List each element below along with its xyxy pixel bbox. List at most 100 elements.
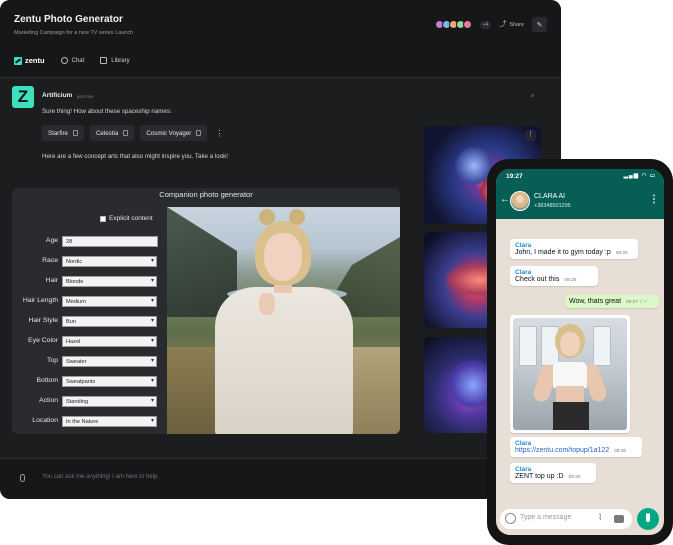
- name-suggestions: Starfire Celestia Cosmic Voyager ⋮: [42, 125, 223, 141]
- app-header: Zentu Photo Generator Marketing Campaign…: [0, 0, 561, 78]
- top-nav: zentu Chat Library: [14, 56, 130, 65]
- field-label: Hair: [45, 277, 58, 284]
- message-time: 09:30: [614, 449, 627, 454]
- edit-icon: ✎: [536, 21, 543, 29]
- explicit-label: Explicit content: [109, 215, 153, 222]
- field-bottom: Bottom Sweatpants: [12, 376, 162, 388]
- hair-select[interactable]: Blonde: [62, 276, 157, 287]
- race-select[interactable]: Nordic: [62, 256, 157, 267]
- action-select[interactable]: Standing: [62, 396, 157, 407]
- image-message[interactable]: [510, 315, 630, 433]
- emoji-icon[interactable]: [505, 513, 516, 524]
- gym-selfie-image[interactable]: [513, 318, 627, 430]
- zentu-logo[interactable]: zentu: [14, 56, 45, 65]
- message-time: just now: [77, 94, 94, 99]
- whatsapp-screen: 19:27 ▂▄▆ ◠ ▭ ← CLARA AI +38348501295 ⋮ …: [496, 169, 664, 535]
- header-actions: +4 Share ✎: [434, 17, 547, 32]
- message-input-bar[interactable]: Type a message ⌇: [500, 509, 632, 529]
- companion-photo-generator: Companion photo generator Explicit conte…: [12, 188, 400, 434]
- field-hair-length: Hair Length Medium: [12, 296, 162, 308]
- field-top: Top Sweater: [12, 356, 162, 368]
- message-time: 09:25: [564, 278, 577, 283]
- status-bar: 19:27 ▂▄▆ ◠ ▭: [496, 169, 664, 185]
- logo-text: zentu: [25, 56, 45, 65]
- chat-icon: [60, 57, 68, 64]
- hair-length-select[interactable]: Medium: [62, 296, 157, 307]
- incoming-message: Clara ZENT top up :D 09:30: [510, 463, 596, 483]
- status-time: 19:27: [506, 173, 523, 180]
- microphone-icon[interactable]: [20, 474, 25, 482]
- field-location: Location In the Nature: [12, 416, 162, 428]
- suggestion-chip[interactable]: Celestia: [89, 125, 135, 141]
- field-hair: Hair Blonde: [12, 276, 162, 288]
- collaborator-avatars[interactable]: [434, 20, 472, 29]
- more-options-icon[interactable]: ⋮: [525, 130, 536, 141]
- copy-icon[interactable]: [196, 130, 202, 136]
- field-label: Top: [47, 357, 58, 364]
- composer-input[interactable]: You can ask me anything! I am here to he…: [42, 474, 159, 480]
- sender-name: Clara: [515, 466, 532, 473]
- share-button[interactable]: Share: [499, 19, 524, 29]
- message-input[interactable]: Type a message: [520, 514, 571, 521]
- generated-photo[interactable]: [167, 207, 400, 434]
- phone-mockup: 19:27 ▂▄▆ ◠ ▭ ← CLARA AI +38348501295 ⋮ …: [487, 159, 673, 545]
- top-select[interactable]: Sweater: [62, 356, 157, 367]
- age-input[interactable]: 28: [62, 236, 158, 247]
- nav-item-library[interactable]: Library: [100, 57, 130, 64]
- search-icon[interactable]: ⌕: [531, 93, 534, 100]
- voice-record-button[interactable]: [637, 508, 659, 530]
- field-label: Action: [39, 397, 58, 404]
- location-select[interactable]: In the Nature: [62, 416, 157, 427]
- contact-avatar[interactable]: [510, 191, 530, 211]
- nav-item-chat[interactable]: Chat: [60, 57, 84, 64]
- share-icon: [499, 19, 506, 29]
- message-time: 09:27: [626, 300, 639, 305]
- camera-icon[interactable]: [614, 515, 624, 523]
- kebab-menu-icon[interactable]: ⋮: [649, 194, 659, 205]
- contact-phone: +38348501295: [534, 203, 571, 209]
- chat-header: ← CLARA AI +38348501295 ⋮: [496, 185, 664, 219]
- copy-icon[interactable]: [123, 130, 129, 136]
- eye-color-select[interactable]: Hazel: [62, 336, 157, 347]
- incoming-message: Clara Check out this 09:25: [510, 266, 598, 286]
- more-options-icon[interactable]: ⋮: [215, 129, 223, 138]
- message-outro: Here are a few concept arts that also mi…: [42, 153, 228, 160]
- message-text: Wow, thats great: [569, 298, 622, 305]
- bottom-select[interactable]: Sweatpants: [62, 376, 157, 387]
- chat-composer[interactable]: You can ask me anything! I am here to he…: [0, 458, 561, 499]
- message-intro: Sure thing! How about these spaceship na…: [42, 108, 172, 115]
- sender-name: Clara: [515, 242, 532, 249]
- zentu-logo-icon: [14, 56, 22, 65]
- back-arrow-icon[interactable]: ←: [500, 194, 510, 205]
- field-label: Hair Style: [28, 317, 58, 324]
- assistant-avatar: Z: [12, 86, 34, 108]
- page-title: Zentu Photo Generator: [14, 14, 123, 25]
- field-label: Race: [42, 257, 58, 264]
- suggestion-chip[interactable]: Starfire: [42, 125, 84, 141]
- field-label: Location: [32, 417, 58, 424]
- share-label: Share: [509, 21, 524, 28]
- avatar: [462, 20, 472, 29]
- field-age: Age 28: [12, 236, 162, 248]
- field-label: Age: [45, 237, 58, 244]
- hair-style-select[interactable]: Bun: [62, 316, 157, 327]
- app-window: Zentu Photo Generator Marketing Campaign…: [0, 0, 561, 499]
- contact-name[interactable]: CLARA AI: [534, 193, 565, 200]
- explicit-checkbox[interactable]: [100, 215, 106, 222]
- message-text: Check out this: [515, 276, 560, 283]
- message-time: 09:30: [568, 475, 581, 480]
- field-label: Hair Length: [22, 297, 58, 304]
- attach-icon[interactable]: ⌇: [598, 512, 602, 523]
- generator-title: Companion photo generator: [159, 190, 253, 199]
- sender-name: Clara: [515, 440, 532, 447]
- field-label: Bottom: [36, 377, 58, 384]
- suggestion-chip[interactable]: Cosmic Voyager: [140, 125, 208, 141]
- avatar-count: +4: [479, 20, 492, 29]
- copy-icon[interactable]: [72, 130, 78, 136]
- topup-link[interactable]: https://zentu.com/topup/1a122: [515, 447, 609, 454]
- message-text: ZENT top up :D: [515, 473, 564, 480]
- edit-button[interactable]: ✎: [532, 17, 547, 32]
- explicit-content-toggle[interactable]: Explicit content: [100, 215, 153, 222]
- field-eye-color: Eye Color Hazel: [12, 336, 162, 348]
- outgoing-message: Wow, thats great 09:27✓✓: [565, 295, 659, 308]
